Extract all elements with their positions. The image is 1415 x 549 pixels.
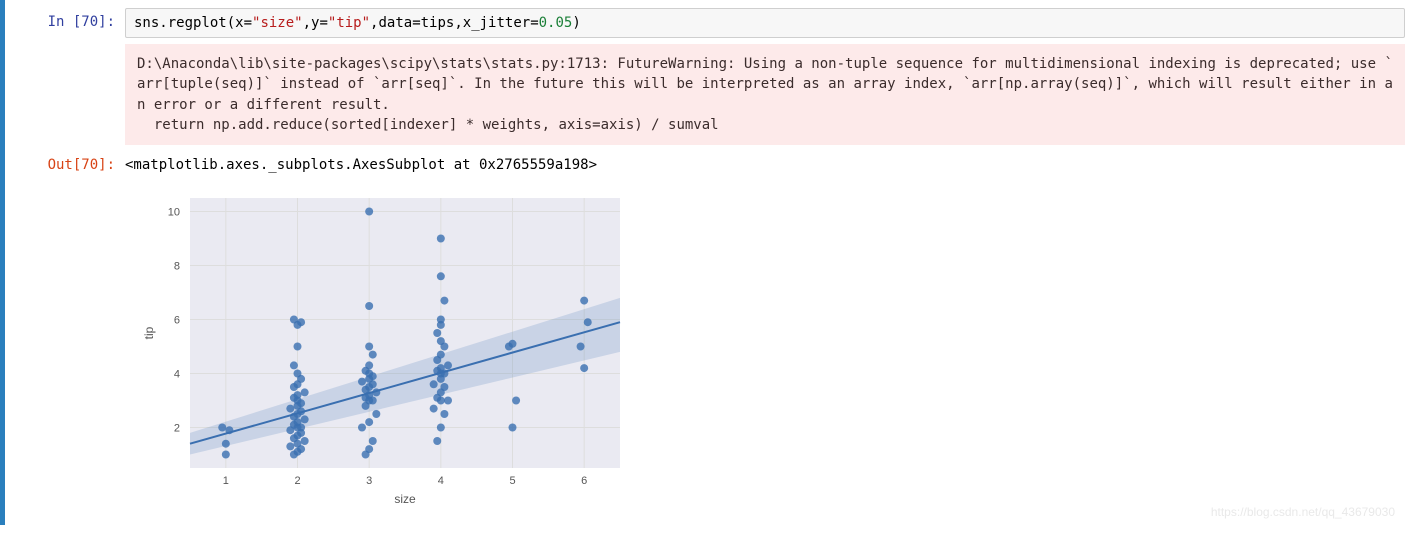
out-repr: <matplotlib.axes._subplots.AxesSubplot a… xyxy=(125,151,1405,173)
output-row: Out[70]: <matplotlib.axes._subplots.Axes… xyxy=(15,151,1405,173)
svg-text:tip: tip xyxy=(142,327,156,340)
svg-text:6: 6 xyxy=(581,475,587,487)
svg-text:4: 4 xyxy=(174,369,180,381)
svg-text:1: 1 xyxy=(223,475,229,487)
chart-output: 1 2 3 4 5 6 2 4 6 8 10 size tip xyxy=(135,183,1405,513)
svg-text:3: 3 xyxy=(366,475,372,487)
prompt-spacer xyxy=(15,44,125,50)
code-line: sns.regplot(x="size",y="tip",data=tips,x… xyxy=(134,15,1396,31)
in-prompt: In [70]: xyxy=(15,8,125,30)
svg-text:4: 4 xyxy=(438,475,444,487)
svg-text:10: 10 xyxy=(168,207,180,219)
svg-text:5: 5 xyxy=(509,475,515,487)
svg-text:8: 8 xyxy=(174,261,180,273)
out-prompt: Out[70]: xyxy=(15,151,125,173)
stderr-warning: D:\Anaconda\lib\site-packages\scipy\stat… xyxy=(125,44,1405,145)
code-input[interactable]: sns.regplot(x="size",y="tip",data=tips,x… xyxy=(125,8,1405,38)
watermark: https://blog.csdn.net/qq_43679030 xyxy=(1211,505,1395,519)
warning-row: D:\Anaconda\lib\site-packages\scipy\stat… xyxy=(15,44,1405,145)
svg-text:6: 6 xyxy=(174,315,180,327)
regplot-chart: 1 2 3 4 5 6 2 4 6 8 10 size tip xyxy=(135,183,635,513)
input-row: In [70]: sns.regplot(x="size",y="tip",da… xyxy=(15,8,1405,38)
svg-text:size: size xyxy=(394,492,416,506)
svg-text:2: 2 xyxy=(174,423,180,435)
notebook-cell: In [70]: sns.regplot(x="size",y="tip",da… xyxy=(0,0,1415,525)
svg-text:2: 2 xyxy=(294,475,300,487)
